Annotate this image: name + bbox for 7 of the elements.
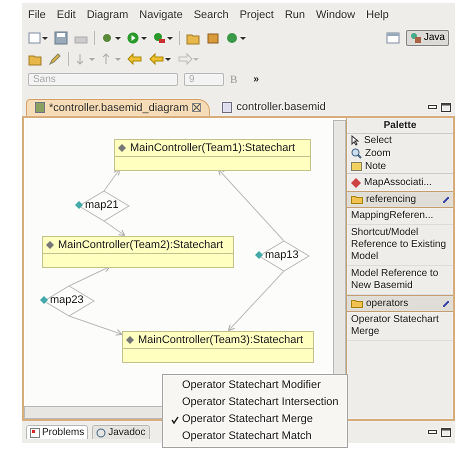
node-label: MainController(Team2):Statechart bbox=[58, 239, 224, 251]
palette-title: Palette bbox=[384, 120, 416, 131]
mapping-label: map21 bbox=[85, 199, 119, 211]
node-label: MainController(Team1):Statechart bbox=[130, 142, 296, 154]
mapping-label: map23 bbox=[50, 294, 84, 306]
node-label: MainController(Team3):Statechart bbox=[138, 334, 304, 346]
mapping-label: map13 bbox=[265, 249, 299, 261]
